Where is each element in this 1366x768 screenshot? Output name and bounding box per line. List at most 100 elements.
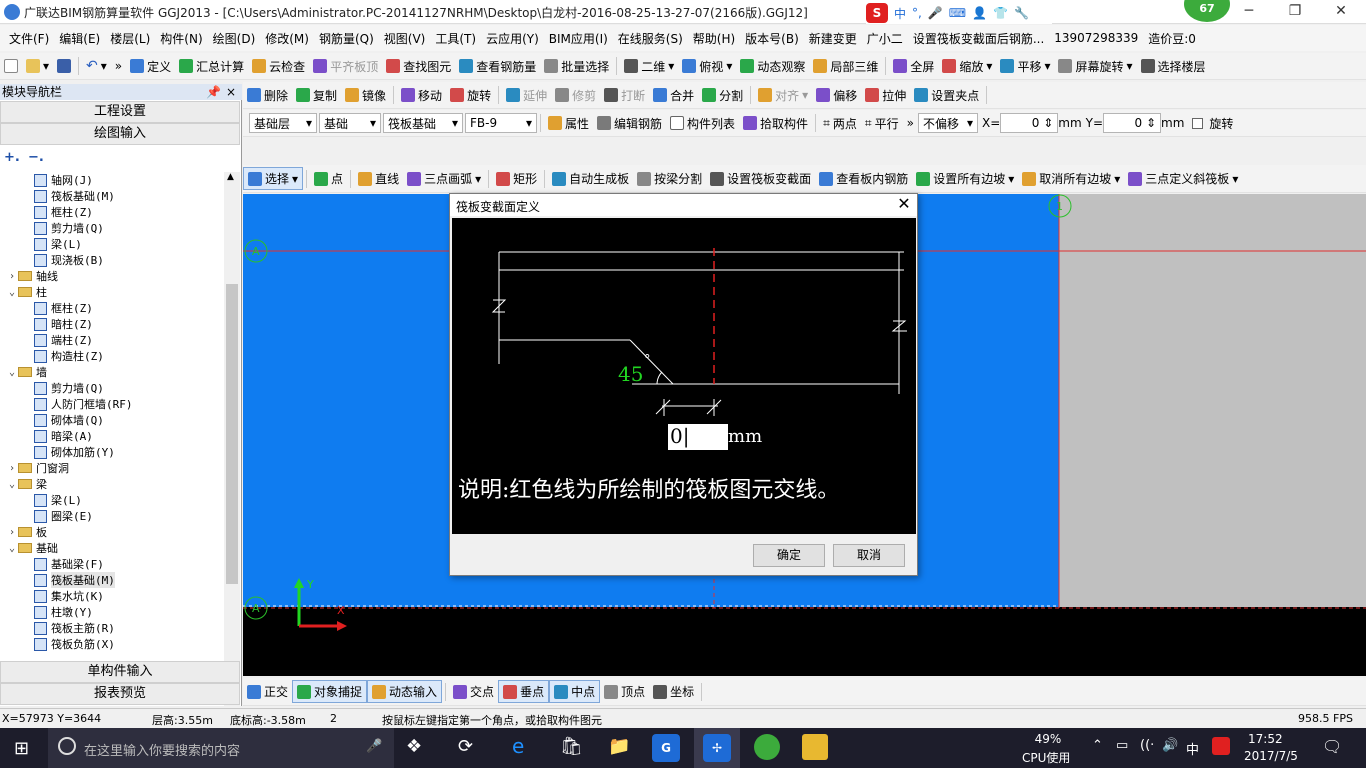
tb1-button-11[interactable]: 全屏 <box>889 56 938 77</box>
tree-node[interactable]: ⌄ 梁 <box>2 476 224 492</box>
report-preview-button[interactable]: 报表预览 <box>0 683 240 705</box>
snap-button-4[interactable]: 垂点 <box>498 680 550 703</box>
edge-icon[interactable]: e <box>512 734 524 758</box>
tb4-button-4[interactable]: 矩形 <box>492 168 541 189</box>
tree-toggle-icon[interactable]: › <box>6 527 18 538</box>
menu-item-9[interactable]: 云应用(Y) <box>481 30 544 47</box>
tb4-button-10[interactable]: 取消所有边坡 ▾ <box>1018 168 1124 189</box>
tb2-button-1[interactable]: 复制 <box>292 85 341 106</box>
tb2-button-8[interactable]: 合并 <box>649 85 698 106</box>
menu-item-13[interactable]: 版本号(B) <box>740 30 804 47</box>
tb1-button-15[interactable]: 选择楼层 <box>1137 56 1210 77</box>
collapse-all-icon[interactable]: −. <box>28 150 44 165</box>
microphone-icon[interactable]: 🎤 <box>928 6 943 20</box>
tb2-button-3[interactable]: 移动 <box>397 85 446 106</box>
tree-toggle-icon[interactable]: › <box>6 463 18 474</box>
tb4-dropdown-icon-10[interactable]: ▾ <box>1114 172 1120 186</box>
tree-toggle-icon[interactable]: › <box>6 271 18 282</box>
menu-item-16[interactable]: 设置筏板变截面后钢筋... <box>908 30 1049 47</box>
tree-node[interactable]: 人防门框墙(RF) <box>2 396 224 412</box>
sogou-tray-icon[interactable] <box>1212 737 1230 755</box>
tb2-button-6[interactable]: 修剪 <box>551 85 600 106</box>
tb4-dropdown-icon-3[interactable]: ▾ <box>475 172 481 186</box>
properties-button[interactable]: 属性 <box>544 113 593 134</box>
glodon-ggj-icon[interactable]: G <box>652 734 680 762</box>
tb4-button-8[interactable]: 查看板内钢筋 <box>815 168 912 189</box>
x-input[interactable]: 0 ⇕ <box>1000 113 1059 133</box>
tb2-button-13[interactable]: 设置夹点 <box>910 85 983 106</box>
tb2-button-2[interactable]: 镜像 <box>341 85 390 106</box>
tb4-button-7[interactable]: 设置筏板变截面 <box>706 168 815 189</box>
tb1-button-7[interactable]: 二维 ▾ <box>620 56 678 77</box>
tb4-dropdown-icon-9[interactable]: ▾ <box>1008 172 1014 186</box>
tree-node[interactable]: 筏板基础(M) <box>2 188 224 204</box>
app-icon-swirl[interactable]: ⟳ <box>458 736 473 757</box>
pin-icon[interactable]: 📌 <box>206 84 221 100</box>
menu-item-4[interactable]: 绘图(D) <box>208 30 261 47</box>
scroll-thumb[interactable] <box>226 284 238 584</box>
component-list-button[interactable]: 构件列表 <box>666 113 739 134</box>
item-select[interactable]: FB-9 ▾ <box>465 113 537 133</box>
single-input-button[interactable]: 单构件输入 <box>0 661 240 683</box>
drawing-input-button[interactable]: 绘图输入 <box>0 123 240 145</box>
tree-node[interactable]: 剪力墙(Q) <box>2 220 224 236</box>
tb2-button-0[interactable]: 删除 <box>243 85 292 106</box>
windows-start-icon[interactable]: ⊞ <box>14 738 29 759</box>
tree-node[interactable]: 现浇板(B) <box>2 252 224 268</box>
tb4-button-11[interactable]: 三点定义斜筏板 ▾ <box>1124 168 1242 189</box>
menu-item-14[interactable]: 新建变更 <box>804 30 862 47</box>
tb1-button-2[interactable]: 云检查 <box>248 56 309 77</box>
tree-toggle-icon[interactable]: ⌄ <box>6 367 18 378</box>
snap-button-2[interactable]: 动态输入 <box>367 680 443 703</box>
tb1-button-3[interactable]: 平齐板顶 <box>309 56 382 77</box>
microphone-icon[interactable]: 🎤 <box>366 739 382 754</box>
tb1-button-1[interactable]: 汇总计算 <box>175 56 248 77</box>
tree-toggle-icon[interactable]: ⌄ <box>6 543 18 554</box>
menu-item-0[interactable]: 文件(F) <box>4 30 54 47</box>
tree-node[interactable]: 构造柱(Z) <box>2 348 224 364</box>
tree-node[interactable]: 框柱(Z) <box>2 204 224 220</box>
network-icon[interactable]: ((· <box>1140 738 1154 753</box>
more-chevron-icon[interactable]: » <box>903 114 918 132</box>
tree-node[interactable]: 筏板基础(M) <box>2 572 224 588</box>
tree-toggle-icon[interactable]: ⌄ <box>6 479 18 490</box>
tb1-button-4[interactable]: 查找图元 <box>382 56 455 77</box>
tree-node[interactable]: 暗梁(A) <box>2 428 224 444</box>
tray-chevron-icon[interactable]: ⌃ <box>1092 738 1103 753</box>
menu-item-5[interactable]: 修改(M) <box>260 30 314 47</box>
ime-toolbar[interactable]: S 中 °, 🎤 ⌨ 👤 👕 🔧 <box>866 2 1052 24</box>
tb1-button-6[interactable]: 批量选择 <box>540 56 613 77</box>
menu-item-1[interactable]: 编辑(E) <box>54 30 105 47</box>
menu-item-2[interactable]: 楼层(L) <box>105 30 155 47</box>
category-select[interactable]: 基础 ▾ <box>319 113 381 133</box>
minimize-button[interactable]: ─ <box>1226 0 1272 24</box>
tree-node[interactable]: ⌄ 基础 <box>2 540 224 556</box>
tb4-button-1[interactable]: 点 <box>310 168 347 189</box>
tree-node[interactable]: 梁(L) <box>2 236 224 252</box>
tree-node[interactable]: 柱墩(Y) <box>2 604 224 620</box>
tb2-button-10[interactable]: 对齐 ▾ <box>754 85 812 106</box>
tb2-button-11[interactable]: 偏移 <box>812 85 861 106</box>
snap-button-3[interactable]: 交点 <box>449 681 498 702</box>
tb1-dropdown-icon-8[interactable]: ▾ <box>726 59 732 73</box>
tree-node[interactable]: 端柱(Z) <box>2 332 224 348</box>
task-view-icon[interactable]: ❖ <box>406 736 422 757</box>
tb1-dropdown-icon-14[interactable]: ▾ <box>1127 59 1133 73</box>
width-input[interactable]: 0| <box>668 424 728 450</box>
offset-select[interactable]: 不偏移 ▾ <box>917 113 978 133</box>
tree-node[interactable]: 轴网(J) <box>2 172 224 188</box>
cancel-button[interactable]: 取消 <box>833 544 905 567</box>
snap-button-5[interactable]: 中点 <box>549 680 601 703</box>
dialog-close-icon[interactable]: ✕ <box>892 194 916 216</box>
notes-icon[interactable] <box>802 734 828 760</box>
tb4-dropdown-icon-0[interactable]: ▾ <box>292 172 298 186</box>
snap-button-7[interactable]: 坐标 <box>649 681 698 702</box>
shirt-icon[interactable]: 👕 <box>993 6 1008 20</box>
close-button[interactable]: ✕ <box>1318 0 1364 24</box>
pick-component-button[interactable]: 拾取构件 <box>739 113 812 134</box>
menu-item-18[interactable]: 造价豆:0 <box>1143 30 1201 47</box>
tb1-button-13[interactable]: 平移 ▾ <box>996 56 1054 77</box>
panel-close-icon[interactable]: × <box>226 84 236 100</box>
tb4-button-2[interactable]: 直线 <box>354 168 403 189</box>
tree-node[interactable]: 暗柱(Z) <box>2 316 224 332</box>
